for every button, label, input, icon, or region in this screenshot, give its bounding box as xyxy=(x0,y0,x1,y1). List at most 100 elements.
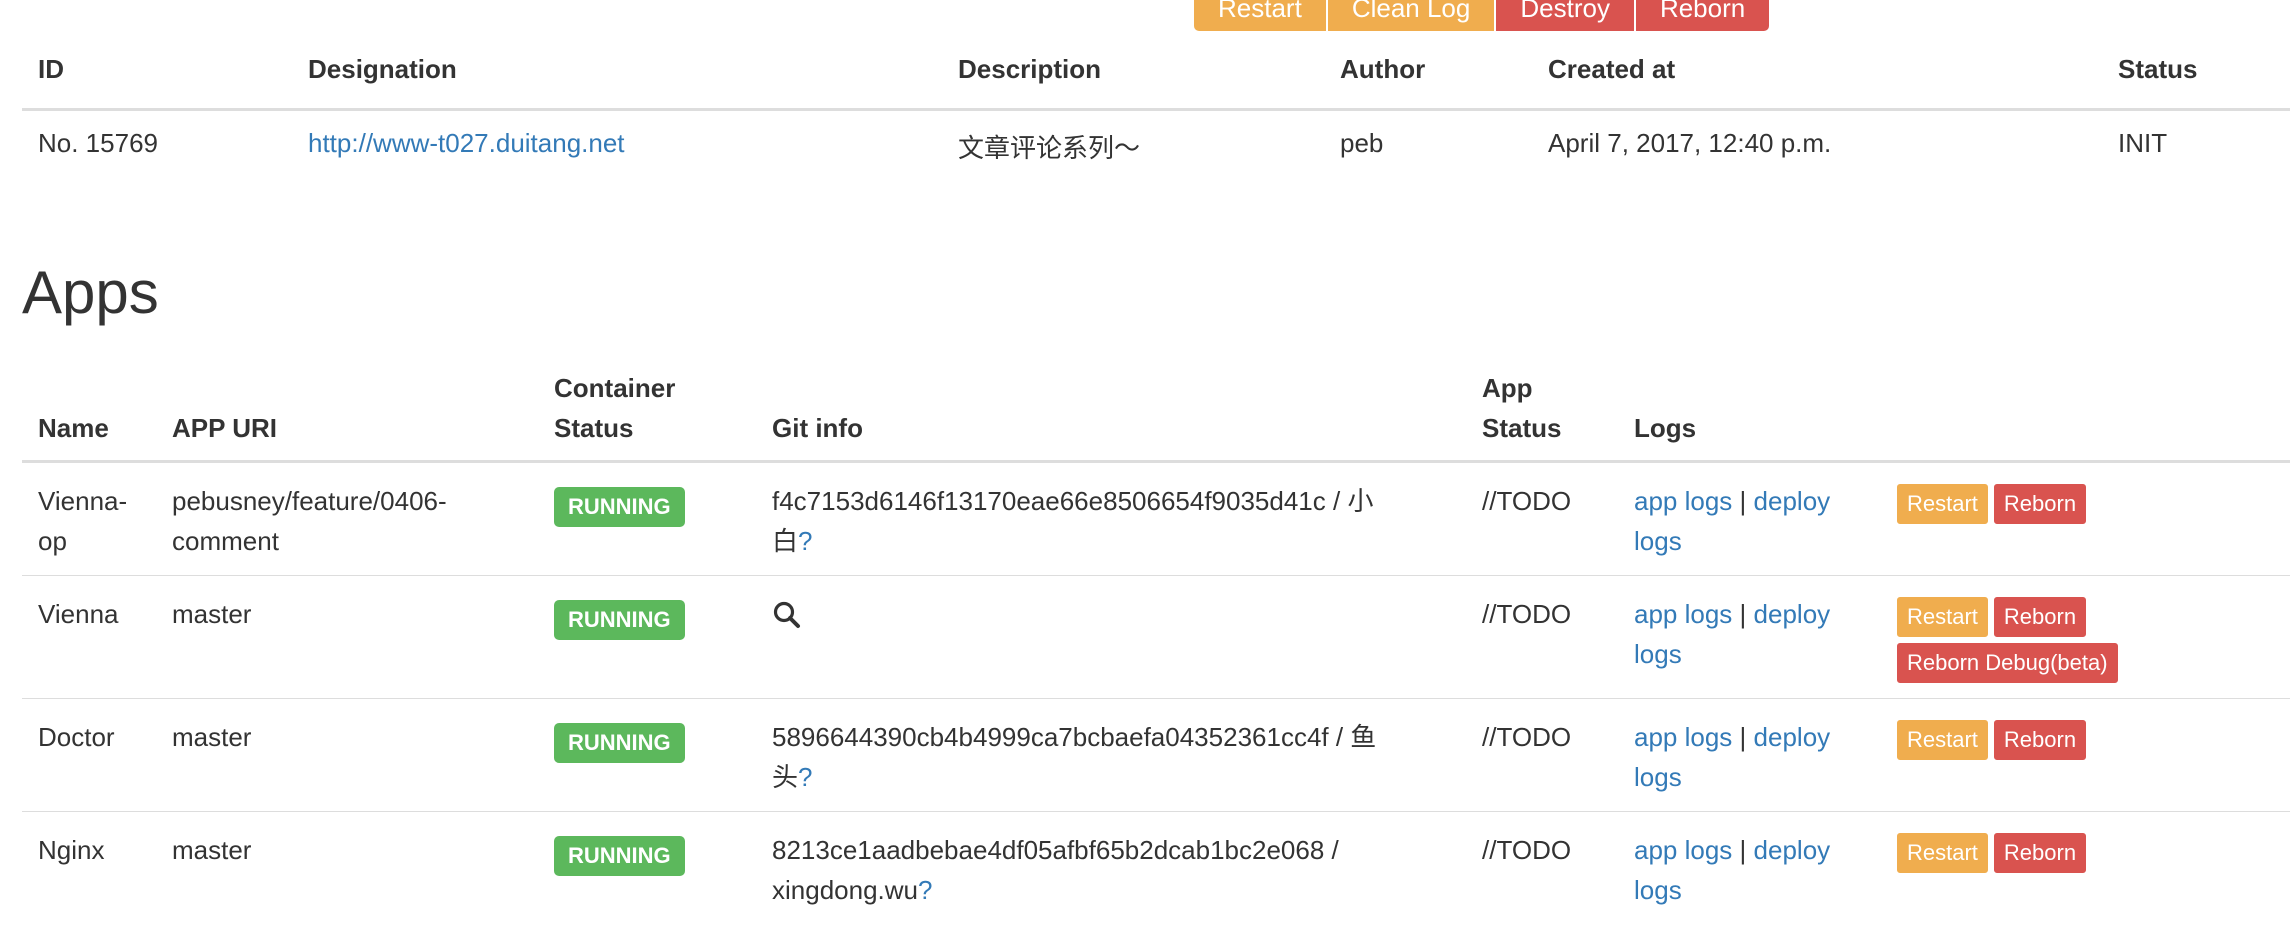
header-container-status-line1: Container xyxy=(554,373,676,403)
logs-cell: app logs | deploy logs xyxy=(1634,481,1830,561)
header-name: Name xyxy=(38,413,109,443)
app-logs-link[interactable]: app logs xyxy=(1634,599,1732,629)
restart-button[interactable]: Restart xyxy=(1896,832,1989,874)
header-container-status: Container Status xyxy=(554,368,675,448)
table-row: Vienna master RUNNING //TODO app logs | … xyxy=(22,576,2290,699)
deploy-logs-link-line2[interactable]: logs xyxy=(1634,762,1682,792)
deploy-logs-link-line2[interactable]: logs xyxy=(1634,875,1682,905)
header-app-status: App Status xyxy=(1482,368,1561,448)
table-row: Doctor master RUNNING 5896644390cb4b4999… xyxy=(22,699,2290,812)
restart-button[interactable]: Restart xyxy=(1896,596,1989,638)
env-status: INIT xyxy=(2118,128,2168,158)
git-info-line2: xingdong.wu xyxy=(772,875,918,905)
environment-row: No. 15769 http://www-t027.duitang.net 文章… xyxy=(22,40,2290,163)
git-info-line1: f4c7153d6146f13170eae66e8506654f9035d41c… xyxy=(772,486,1374,516)
logs-cell: app logs | deploy logs xyxy=(1634,717,1830,797)
app-uri-line2: comment xyxy=(172,526,279,556)
reborn-env-button[interactable]: Reborn xyxy=(1634,0,1771,32)
container-status-cell: RUNNING xyxy=(554,834,685,876)
app-uri: pebusney/feature/0406- comment xyxy=(172,481,447,561)
app-logs-link[interactable]: app logs xyxy=(1634,835,1732,865)
reborn-button[interactable]: Reborn xyxy=(1992,719,2088,761)
logs-separator: | xyxy=(1739,599,1747,629)
app-uri-line1: pebusney/feature/0406- xyxy=(172,486,447,516)
git-info-line2: 头 xyxy=(772,762,799,792)
logs-separator: | xyxy=(1739,486,1747,516)
git-info-help-link[interactable]: ? xyxy=(918,875,932,905)
env-created-at: April 7, 2017, 12:40 p.m. xyxy=(1548,128,1832,158)
deploy-logs-link[interactable]: deploy xyxy=(1754,599,1831,629)
git-info-help-link[interactable]: ? xyxy=(798,762,812,792)
restart-env-button[interactable]: Restart xyxy=(1193,0,1327,32)
table-row: Vienna- op pebusney/feature/0406- commen… xyxy=(22,463,2290,576)
header-app-uri: APP URI xyxy=(172,413,277,443)
deploy-logs-link[interactable]: deploy xyxy=(1754,486,1831,516)
apps-heading: Apps xyxy=(22,259,159,326)
logs-cell: app logs | deploy logs xyxy=(1634,830,1830,910)
running-badge: RUNNING xyxy=(554,487,685,527)
deploy-logs-link-line2[interactable]: logs xyxy=(1634,639,1682,669)
deploy-logs-link-line2[interactable]: logs xyxy=(1634,526,1682,556)
app-uri: master xyxy=(172,599,252,629)
git-info: 5896644390cb4b4999ca7bcbaefa04352361cc4f… xyxy=(772,717,1376,797)
reborn-debug-button[interactable]: Reborn Debug(beta) xyxy=(1896,642,2119,684)
destroy-button[interactable]: Destroy xyxy=(1495,0,1635,32)
restart-button[interactable]: Restart xyxy=(1896,483,1989,525)
reborn-button[interactable]: Reborn xyxy=(1992,483,2088,525)
container-status-cell: RUNNING xyxy=(554,598,685,640)
app-name-line2: op xyxy=(38,526,67,556)
reborn-button[interactable]: Reborn xyxy=(1992,596,2088,638)
running-badge: RUNNING xyxy=(554,600,685,640)
environment-action-group: Restart Clean Log Destroy Reborn xyxy=(1193,0,1771,32)
deploy-logs-link[interactable]: deploy xyxy=(1754,722,1831,752)
table-row: Nginx master RUNNING 8213ce1aadbebae4df0… xyxy=(22,812,2290,924)
git-info-help-link[interactable]: ? xyxy=(798,526,812,556)
env-id: No. 15769 xyxy=(38,128,158,158)
env-description: 文章评论系列～ xyxy=(958,133,1141,163)
logs-separator: | xyxy=(1739,722,1747,752)
row-actions: Restart Reborn Reborn Debug(beta) xyxy=(1896,596,2123,684)
app-name: Vienna xyxy=(38,599,119,629)
app-name: Vienna- op xyxy=(38,481,127,561)
app-name: Nginx xyxy=(38,835,105,865)
apps-table: Name APP URI Container Status Git info A… xyxy=(22,360,2290,924)
env-author: peb xyxy=(1340,128,1384,158)
clean-log-button[interactable]: Clean Log xyxy=(1326,0,1496,32)
app-uri: master xyxy=(172,835,252,865)
row-actions: Restart Reborn xyxy=(1896,719,2091,761)
app-uri: master xyxy=(172,722,252,752)
header-app-status-line1: App xyxy=(1482,373,1533,403)
app-status: //TODO xyxy=(1482,722,1572,752)
logs-separator: | xyxy=(1739,835,1747,865)
git-info: 8213ce1aadbebae4df05afbf65b2dcab1bc2e068… xyxy=(772,830,1339,910)
git-info-line1: 8213ce1aadbebae4df05afbf65b2dcab1bc2e068… xyxy=(772,835,1339,865)
header-app-status-line2: Status xyxy=(1482,413,1562,443)
deploy-logs-link[interactable]: deploy xyxy=(1754,835,1831,865)
header-logs: Logs xyxy=(1634,413,1697,443)
apps-table-header: Name APP URI Container Status Git info A… xyxy=(22,360,2290,463)
git-info-line2: 白 xyxy=(772,526,799,556)
container-status-cell: RUNNING xyxy=(554,485,685,527)
logs-cell: app logs | deploy logs xyxy=(1634,594,1830,674)
running-badge: RUNNING xyxy=(554,723,685,763)
restart-button[interactable]: Restart xyxy=(1896,719,1989,761)
running-badge: RUNNING xyxy=(554,836,685,876)
environment-table: ID Designation Description Author Create… xyxy=(22,40,2290,163)
app-logs-link[interactable]: app logs xyxy=(1634,486,1732,516)
git-info-line1: 5896644390cb4b4999ca7bcbaefa04352361cc4f… xyxy=(772,722,1377,752)
app-status: //TODO xyxy=(1482,486,1572,516)
git-info: f4c7153d6146f13170eae66e8506654f9035d41c… xyxy=(772,481,1373,561)
app-name: Doctor xyxy=(38,722,115,752)
app-status: //TODO xyxy=(1482,599,1572,629)
app-logs-link[interactable]: app logs xyxy=(1634,722,1732,752)
app-status: //TODO xyxy=(1482,835,1572,865)
app-name-line1: Vienna- xyxy=(38,486,128,516)
designation-link[interactable]: http://www-t027.duitang.net xyxy=(308,128,625,158)
row-actions: Restart Reborn xyxy=(1896,832,2091,874)
row-actions: Restart Reborn xyxy=(1896,483,2091,525)
header-git-info: Git info xyxy=(772,413,863,443)
search-icon[interactable] xyxy=(772,600,802,641)
container-status-cell: RUNNING xyxy=(554,721,685,763)
header-container-status-line2: Status xyxy=(554,413,634,443)
reborn-button[interactable]: Reborn xyxy=(1992,832,2088,874)
